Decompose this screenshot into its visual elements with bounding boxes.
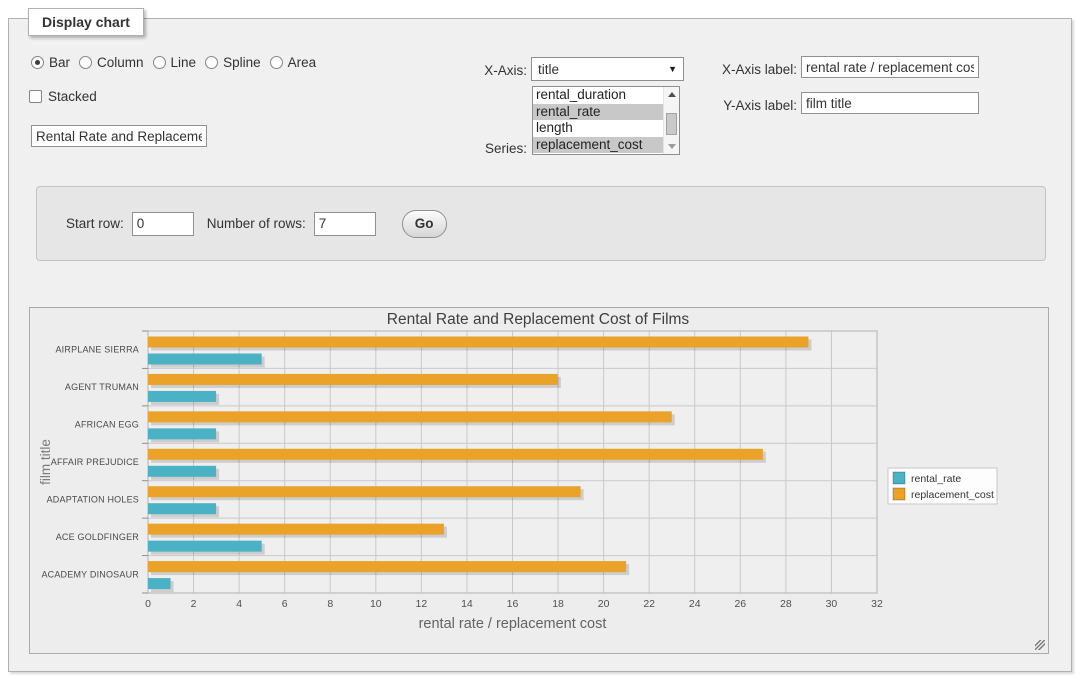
x-tick-label: 14: [461, 598, 473, 610]
bar-replacement_cost: [148, 486, 581, 497]
chart-type-label: Bar: [49, 55, 70, 70]
chart-legend: rental_rate replacement_cost: [888, 468, 997, 504]
select-dropdown-arrow-icon: ▼: [668, 64, 677, 74]
x-tick-label: 4: [236, 598, 242, 610]
panel-legend: Display chart: [28, 8, 144, 36]
scrollbar-thumb[interactable]: [666, 113, 677, 135]
stacked-label: Stacked: [48, 89, 97, 104]
legend-swatch-rental_rate: [893, 472, 905, 484]
chart-container: AIRPLANE SIERRA AGENT TRUMAN AFRICAN EGG AF…: [29, 307, 1049, 654]
bar-rental_rate: [148, 466, 216, 477]
x-axis-select[interactable]: title ▼: [531, 57, 684, 81]
go-button[interactable]: Go: [402, 210, 447, 238]
x-tick-label: 20: [598, 598, 610, 610]
legend-label-replacement_cost: replacement_cost: [911, 489, 994, 501]
category-label: AGENT TRUMAN: [65, 382, 139, 392]
x-tick-label: 22: [643, 598, 655, 610]
legend-label-rental_rate: rental_rate: [911, 473, 961, 485]
bar-rental_rate: [148, 503, 216, 514]
radio-icon[interactable]: [270, 56, 283, 69]
bar-rental_rate: [148, 541, 262, 552]
radio-icon[interactable]: [79, 56, 92, 69]
x-tick-label: 2: [191, 598, 197, 610]
category-label: AFFAIR PREJUDICE: [51, 457, 139, 467]
radio-icon[interactable]: [31, 56, 44, 69]
chart-type-label: Line: [171, 55, 197, 70]
x-tick-label: 6: [282, 598, 288, 610]
x-axis-label-input[interactable]: [801, 56, 979, 78]
x-axis-select-label: X-Axis:: [439, 63, 527, 78]
row-range-panel: Start row: Number of rows: Go: [36, 186, 1046, 261]
legend-swatch-replacement_cost: [893, 488, 905, 500]
category-label: AIRPLANE SIERRA: [55, 345, 139, 355]
series-option-replacement_cost[interactable]: replacement_cost: [533, 137, 663, 154]
resize-grip-icon[interactable]: [1035, 640, 1045, 650]
chart-type-radio-column[interactable]: Column: [79, 55, 144, 70]
start-row-input[interactable]: [132, 212, 194, 236]
y-axis-title: film title: [38, 439, 53, 485]
bar-rental_rate: [148, 354, 262, 365]
num-rows-input[interactable]: [314, 212, 376, 236]
series-label: Series:: [439, 141, 527, 156]
stacked-checkbox[interactable]: [29, 90, 42, 103]
x-tick-label: 24: [689, 598, 701, 610]
start-row-label: Start row:: [66, 216, 124, 231]
scrollbar-down-icon[interactable]: [664, 140, 679, 153]
x-tick-label: 12: [416, 598, 428, 610]
x-axis-label-label: X-Axis label:: [697, 62, 797, 77]
x-tick-label: 8: [327, 598, 333, 610]
chart-type-radio-line[interactable]: Line: [153, 55, 197, 70]
x-tick-label: 32: [871, 598, 883, 610]
scrollbar-up-icon[interactable]: [664, 88, 679, 101]
category-label: ACADEMY DINOSAUR: [41, 569, 139, 579]
display-chart-panel: Display chart BarColumnLineSplineArea St…: [8, 18, 1072, 672]
x-axis-selected-value: title: [538, 62, 559, 77]
series-option-rental_duration[interactable]: rental_duration: [533, 87, 663, 104]
chart-type-label: Spline: [223, 55, 261, 70]
x-tick-label: 0: [145, 598, 151, 610]
x-tick-label: 18: [552, 598, 564, 610]
series-option-length[interactable]: length: [533, 120, 663, 137]
bar-rental_rate: [148, 578, 171, 589]
chart-type-label: Column: [97, 55, 144, 70]
bar-rental_rate: [148, 428, 216, 439]
chart-type-radio-spline[interactable]: Spline: [205, 55, 261, 70]
num-rows-label: Number of rows:: [207, 216, 306, 231]
bar-replacement_cost: [148, 374, 558, 385]
category-label: ACE GOLDFINGER: [56, 532, 140, 542]
x-axis-title: rental rate / replacement cost: [419, 616, 607, 632]
bar-replacement_cost: [148, 524, 444, 535]
chart-title-input[interactable]: [31, 125, 207, 147]
stacked-option[interactable]: Stacked: [29, 89, 97, 104]
bar-replacement_cost: [148, 449, 763, 460]
radio-icon[interactable]: [205, 56, 218, 69]
bar-rental_rate: [148, 391, 216, 402]
series-option-rental_rate[interactable]: rental_rate: [533, 104, 663, 121]
bar-replacement_cost: [148, 411, 672, 422]
bar-replacement_cost: [148, 561, 626, 572]
y-axis-label-label: Y-Axis label:: [697, 98, 797, 113]
chart-type-radio-group: Bar Column Line Spline Area: [31, 55, 325, 70]
y-axis-label-input[interactable]: [801, 92, 979, 114]
chart-type-radio-area[interactable]: Area: [270, 55, 317, 70]
radio-icon[interactable]: [153, 56, 166, 69]
chart-title: Rental Rate and Replacement Cost of Film…: [387, 311, 690, 328]
x-tick-label: 28: [780, 598, 792, 610]
category-label: AFRICAN EGG: [75, 420, 139, 430]
category-label: ADAPTATION HOLES: [47, 494, 139, 504]
series-listbox[interactable]: rental_durationrental_ratelengthreplacem…: [532, 86, 680, 155]
x-tick-label: 30: [826, 598, 838, 610]
x-tick-label: 16: [507, 598, 519, 610]
chart-type-label: Area: [288, 55, 317, 70]
x-tick-label: 26: [734, 598, 746, 610]
bar-chart: AIRPLANE SIERRA AGENT TRUMAN AFRICAN EGG AF…: [30, 308, 1048, 653]
x-tick-label: 10: [370, 598, 382, 610]
chart-type-radio-bar[interactable]: Bar: [31, 55, 70, 70]
bar-replacement_cost: [148, 337, 808, 348]
series-listbox-scrollbar[interactable]: [663, 87, 679, 154]
